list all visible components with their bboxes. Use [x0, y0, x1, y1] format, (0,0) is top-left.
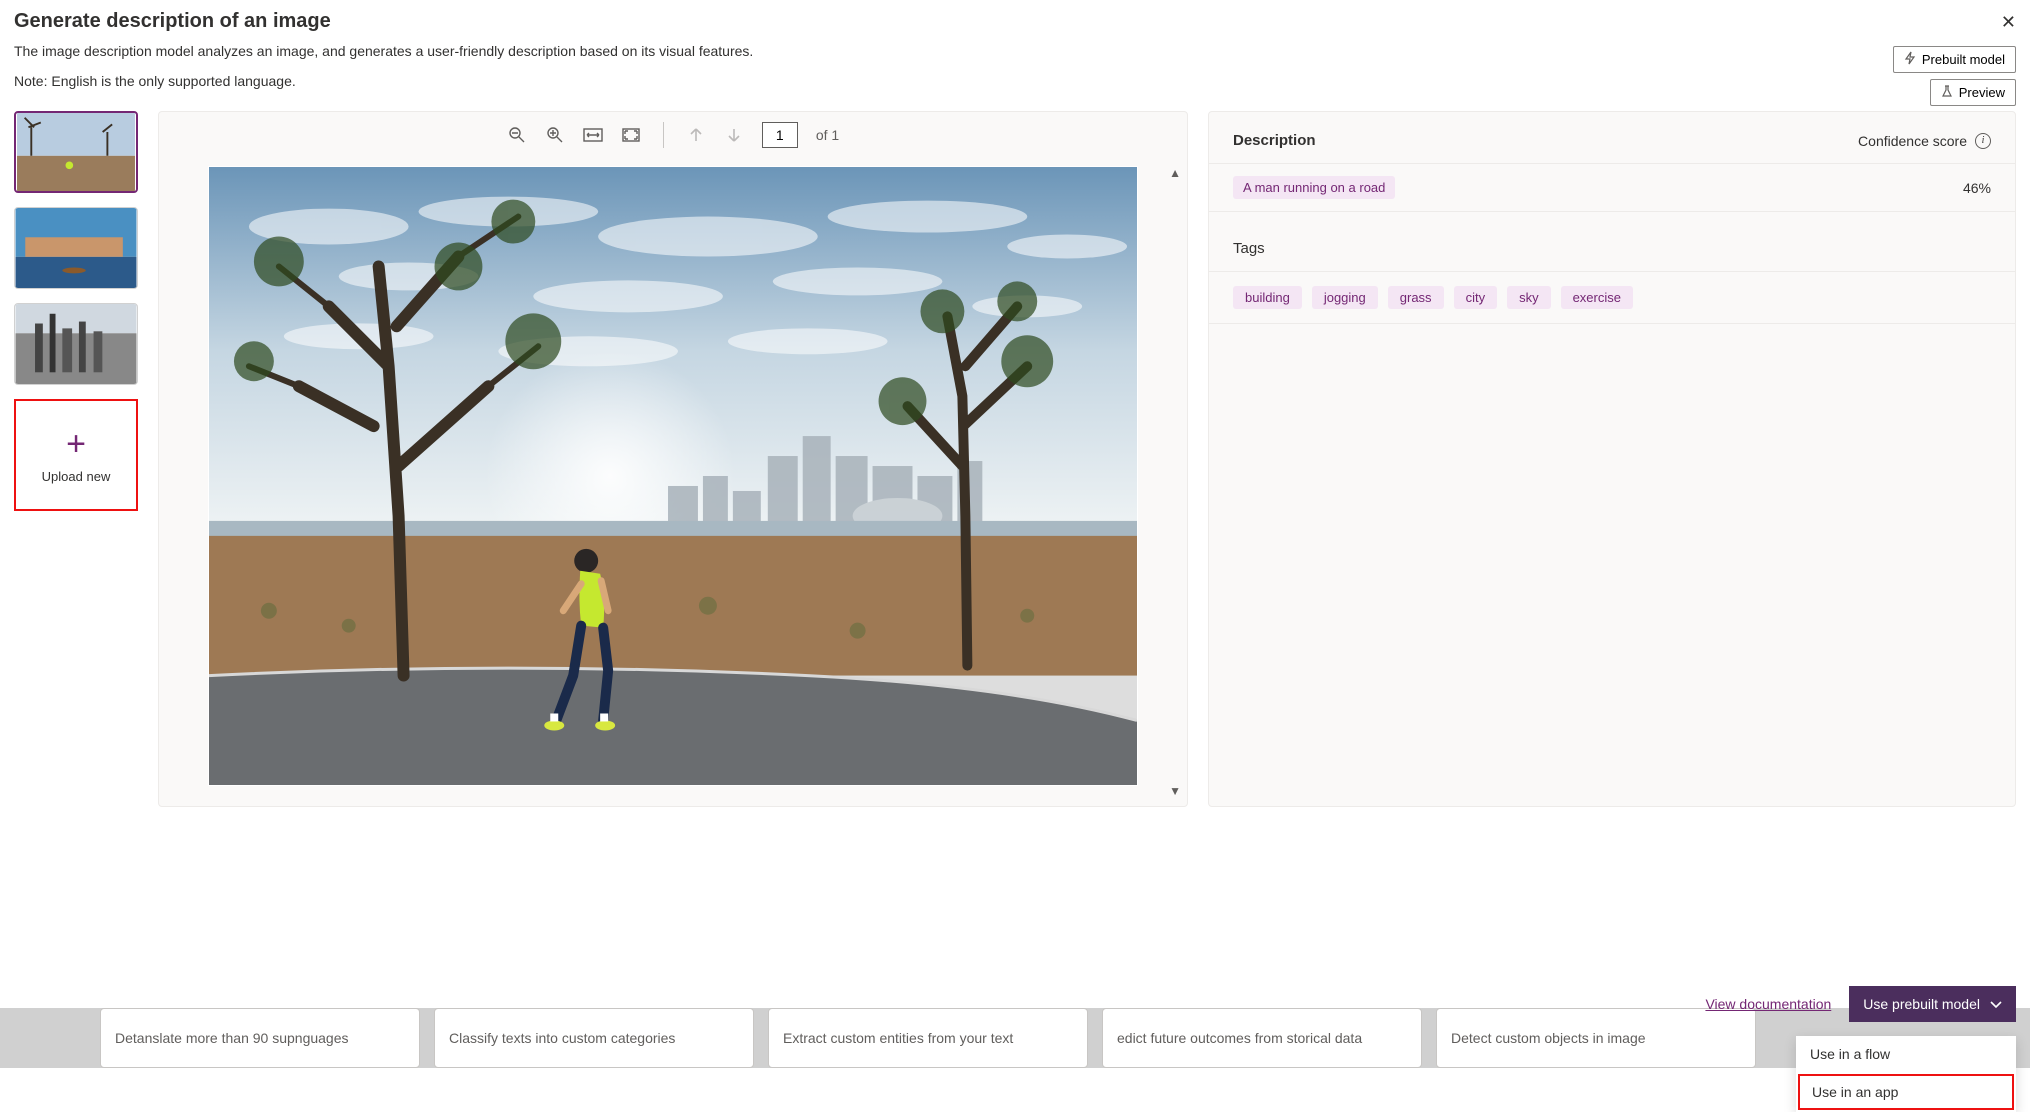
- flask-icon: [1941, 84, 1953, 101]
- upload-new-button[interactable]: + Upload new: [14, 399, 138, 511]
- footer-actions: View documentation Use prebuilt model: [1705, 986, 2016, 1022]
- bg-card: edict future outcomes from storical data: [1102, 1008, 1422, 1068]
- plus-icon: +: [66, 427, 86, 461]
- tag: exercise: [1561, 286, 1633, 309]
- bg-card: Classify texts into custom categories: [434, 1008, 754, 1068]
- bg-card: Detanslate more than 90 supnguages: [100, 1008, 420, 1068]
- results-panel: Description Confidence score i A man run…: [1208, 111, 2016, 807]
- tag: building: [1233, 286, 1302, 309]
- tag: jogging: [1312, 286, 1378, 309]
- viewer-toolbar: of 1: [159, 112, 1187, 158]
- info-icon[interactable]: i: [1975, 133, 1991, 149]
- view-documentation-link[interactable]: View documentation: [1705, 996, 1831, 1012]
- page-subtitle: The image description model analyzes an …: [14, 43, 2016, 59]
- next-page-icon[interactable]: [724, 125, 744, 145]
- sample-thumbnail-3[interactable]: [14, 303, 138, 385]
- tags-heading: Tags: [1209, 212, 2015, 272]
- tag: city: [1454, 286, 1498, 309]
- image-viewer-panel: of 1 ▲: [158, 111, 1188, 807]
- preview-label: Preview: [1959, 85, 2005, 100]
- tag: grass: [1388, 286, 1444, 309]
- confidence-heading: Confidence score: [1858, 133, 1967, 149]
- confidence-value: 46%: [1963, 180, 1991, 196]
- sample-thumbnail-1[interactable]: [14, 111, 138, 193]
- close-button[interactable]: ✕: [2001, 12, 2016, 33]
- fit-width-icon[interactable]: [583, 125, 603, 145]
- prebuilt-model-button[interactable]: Prebuilt model: [1893, 46, 2016, 73]
- zoom-in-icon[interactable]: [545, 125, 565, 145]
- page-number-input[interactable]: [762, 122, 798, 148]
- lightning-icon: [1904, 51, 1916, 68]
- tags-container: building jogging grass city sky exercise: [1209, 272, 2015, 324]
- use-prebuilt-label: Use prebuilt model: [1863, 996, 1980, 1012]
- panel-header: Generate description of an image The ima…: [0, 0, 2030, 97]
- zoom-out-icon[interactable]: [507, 125, 527, 145]
- upload-new-label: Upload new: [42, 469, 111, 484]
- use-prebuilt-model-button[interactable]: Use prebuilt model: [1849, 986, 2016, 1022]
- main-image: [208, 166, 1138, 786]
- sample-thumbnail-2[interactable]: [14, 207, 138, 289]
- description-heading: Description: [1233, 132, 1316, 149]
- tag: sky: [1507, 286, 1551, 309]
- toolbar-separator: [663, 122, 664, 148]
- prebuilt-model-label: Prebuilt model: [1922, 52, 2005, 67]
- fit-page-icon[interactable]: [621, 125, 641, 145]
- thumbnail-sidebar: + Upload new: [14, 111, 138, 807]
- use-in-app-item[interactable]: Use in an app: [1798, 1074, 2014, 1110]
- description-value: A man running on a road: [1233, 176, 1395, 199]
- bg-card: Extract custom entities from your text: [768, 1008, 1088, 1068]
- preview-button[interactable]: Preview: [1930, 79, 2016, 106]
- page-title: Generate description of an image: [14, 10, 2016, 33]
- page-of-label: of 1: [816, 127, 839, 143]
- scroll-down-icon[interactable]: ▼: [1169, 784, 1181, 798]
- use-in-flow-item[interactable]: Use in a flow: [1796, 1036, 2016, 1072]
- page-note: Note: English is the only supported lang…: [14, 73, 2016, 89]
- use-prebuilt-dropdown: Use in a flow Use in an app: [1796, 1036, 2016, 1112]
- chevron-down-icon: [1990, 996, 2002, 1012]
- scroll-up-icon[interactable]: ▲: [1169, 166, 1181, 180]
- prev-page-icon[interactable]: [686, 125, 706, 145]
